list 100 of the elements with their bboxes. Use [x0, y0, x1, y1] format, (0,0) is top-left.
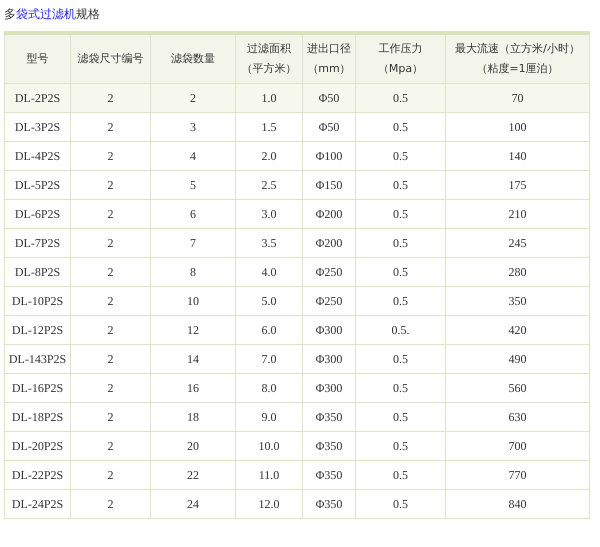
table-cell: Φ50	[302, 84, 356, 112]
table-cell: 280	[446, 258, 590, 286]
table-cell: 18	[150, 402, 236, 432]
table-cell: Φ350	[302, 402, 356, 432]
table-cell: 11.0	[236, 460, 302, 490]
table-cell: 6.0	[236, 316, 302, 344]
table-cell: 2	[70, 112, 150, 142]
column-header: 最大流速（立方米/小时） （粘度=1厘泊）	[446, 33, 590, 84]
table-cell: 5	[150, 170, 236, 200]
table-cell: 0.5	[356, 432, 446, 460]
table-cell: 14	[150, 344, 236, 374]
table-cell: 2	[70, 402, 150, 432]
table-cell: 2	[70, 170, 150, 200]
column-header: 滤袋尺寸编号	[70, 33, 150, 84]
table-cell: 5.0	[236, 286, 302, 316]
table-cell: 3.5	[236, 228, 302, 258]
table-cell: DL-4P2S	[4, 142, 70, 170]
table-cell: 1.0	[236, 84, 302, 112]
table-cell: 0.5	[356, 402, 446, 432]
table-cell: 210	[446, 200, 590, 228]
table-cell: Φ300	[302, 316, 356, 344]
table-cell: 840	[446, 490, 590, 518]
table-cell: 8.0	[236, 374, 302, 402]
table-cell: 100	[446, 112, 590, 142]
table-cell: 1.5	[236, 112, 302, 142]
table-cell: 20	[150, 432, 236, 460]
table-cell: 245	[446, 228, 590, 258]
table-cell: 175	[446, 170, 590, 200]
column-header: 工作压力 （Mpa）	[356, 33, 446, 84]
table-cell: 12.0	[236, 490, 302, 518]
table-cell: 2	[70, 490, 150, 518]
table-cell: 0.5	[356, 200, 446, 228]
table-cell: 420	[446, 316, 590, 344]
table-cell: 3.0	[236, 200, 302, 228]
table-cell: 630	[446, 402, 590, 432]
table-cell: DL-12P2S	[4, 316, 70, 344]
table-cell: 9.0	[236, 402, 302, 432]
table-cell: 2	[70, 200, 150, 228]
table-cell: Φ50	[302, 112, 356, 142]
table-cell: DL-5P2S	[4, 170, 70, 200]
table-cell: 70	[446, 84, 590, 112]
table-cell: 3	[150, 112, 236, 142]
table-cell: 2	[70, 432, 150, 460]
table-cell: 0.5	[356, 374, 446, 402]
table-cell: 0.5	[356, 170, 446, 200]
table-cell: Φ250	[302, 286, 356, 316]
table-cell: 0.5	[356, 142, 446, 170]
table-cell: 770	[446, 460, 590, 490]
column-header: 过滤面积 （平方米）	[236, 33, 302, 84]
table-cell: 2	[70, 316, 150, 344]
table-cell: 0.5	[356, 258, 446, 286]
table-cell: Φ350	[302, 490, 356, 518]
table-cell: Φ100	[302, 142, 356, 170]
table-cell: Φ300	[302, 374, 356, 402]
table-cell: DL-3P2S	[4, 112, 70, 142]
table-cell: 24	[150, 490, 236, 518]
table-cell: 0.5	[356, 228, 446, 258]
table-cell: Φ200	[302, 200, 356, 228]
column-header: 型号	[4, 33, 70, 84]
table-cell: 2	[70, 374, 150, 402]
column-header: 进出口径 （mm）	[302, 33, 356, 84]
table-cell: DL-16P2S	[4, 374, 70, 402]
table-cell: 22	[150, 460, 236, 490]
product-link[interactable]: 袋式过滤机	[16, 7, 76, 21]
table-cell: DL-143P2S	[4, 344, 70, 374]
table-cell: 7.0	[236, 344, 302, 374]
table-cell: 12	[150, 316, 236, 344]
table-cell: 0.5	[356, 84, 446, 112]
table-cell: 350	[446, 286, 590, 316]
table-cell: 2	[70, 84, 150, 112]
table-cell: 16	[150, 374, 236, 402]
table-cell: 700	[446, 432, 590, 460]
table-cell: Φ350	[302, 432, 356, 460]
table-cell: 0.5.	[356, 316, 446, 344]
table-cell: 10.0	[236, 432, 302, 460]
table-cell: DL-24P2S	[4, 490, 70, 518]
table-cell: 2	[70, 258, 150, 286]
table-cell: DL-8P2S	[4, 258, 70, 286]
table-cell: 2	[150, 84, 236, 112]
table-cell: DL-6P2S	[4, 200, 70, 228]
table-cell: 140	[446, 142, 590, 170]
column-header: 滤袋数量	[150, 33, 236, 84]
table-cell: 10	[150, 286, 236, 316]
table-cell: DL-20P2S	[4, 432, 70, 460]
table-cell: 490	[446, 344, 590, 374]
table-cell: Φ300	[302, 344, 356, 374]
table-cell: 0.5	[356, 286, 446, 316]
table-cell: DL-7P2S	[4, 228, 70, 258]
table-cell: 0.5	[356, 490, 446, 518]
table-cell: Φ350	[302, 460, 356, 490]
table-cell: 7	[150, 228, 236, 258]
table-cell: 0.5	[356, 344, 446, 374]
table-cell: Φ200	[302, 228, 356, 258]
table-cell: 6	[150, 200, 236, 228]
table-cell: 2	[70, 142, 150, 170]
table-cell: 2	[70, 344, 150, 374]
table-cell: 2	[70, 228, 150, 258]
table-cell: 2	[70, 460, 150, 490]
table-cell: DL-2P2S	[4, 84, 70, 112]
table-cell: 2.0	[236, 142, 302, 170]
